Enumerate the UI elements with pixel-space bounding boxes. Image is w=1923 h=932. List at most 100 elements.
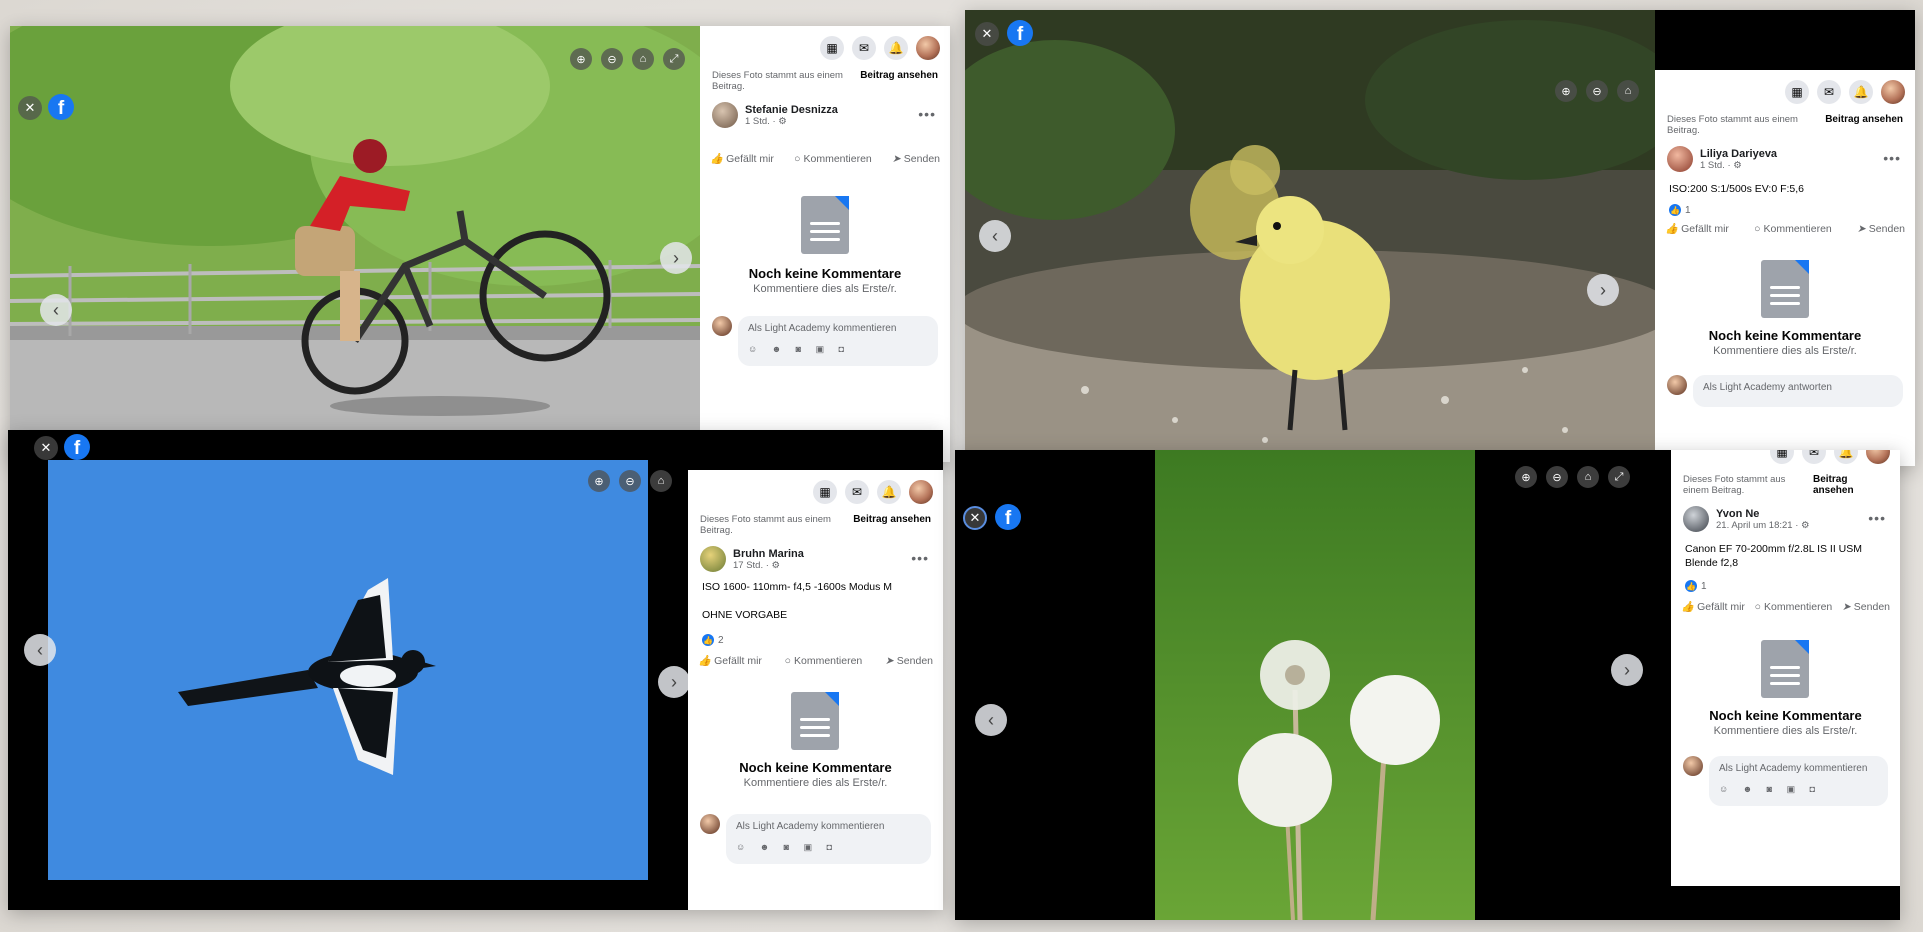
prev-photo-button[interactable]: ‹ [979,220,1011,252]
prev-photo-button[interactable]: ‹ [975,704,1007,736]
more-options-icon[interactable]: ••• [918,106,936,122]
post-time[interactable]: 1 Std. · ⚙ [745,116,838,127]
author-name[interactable]: Liliya Dariyeva [1700,148,1777,160]
profile-avatar[interactable] [1881,80,1905,104]
author-avatar[interactable] [700,546,726,572]
profile-avatar[interactable] [916,36,940,60]
profile-avatar[interactable] [1866,450,1890,464]
more-options-icon[interactable]: ••• [911,550,929,566]
photo-magpie: ✕ f ‹ › ⊕ ⊖ ⌂ [8,430,688,910]
no-comments-subtitle: Kommentiere dies als Erste/r. [1713,725,1858,737]
fullscreen-icon[interactable]: ⤢ [1608,466,1630,488]
post-time[interactable]: 21. April um 18:21 · ⚙ [1716,520,1810,531]
profile-avatar[interactable] [909,480,933,504]
comment-input[interactable]: Als Light Academy antworten [1693,375,1903,407]
send-button[interactable]: ➤ Senden [1842,600,1890,613]
like-reaction-icon: 👍 [1685,580,1697,592]
reactions-count[interactable]: 👍 1 [1669,204,1691,216]
next-photo-button[interactable]: › [658,666,688,698]
comment-button[interactable]: ○ Kommentieren [1755,600,1833,613]
close-icon[interactable]: ✕ [975,22,999,46]
comment-button[interactable]: ○ Kommentieren [794,152,872,165]
zoom-in-icon[interactable]: ⊕ [570,48,592,70]
next-photo-button[interactable]: › [1611,654,1643,686]
tag-icon[interactable]: ⌂ [650,470,672,492]
close-icon[interactable]: ✕ [18,96,42,120]
more-options-icon[interactable]: ••• [1883,150,1901,166]
facebook-logo-icon[interactable]: f [1007,20,1033,46]
menu-grid-icon[interactable]: ▦ [1770,450,1794,464]
zoom-in-icon[interactable]: ⊕ [588,470,610,492]
view-post-link[interactable]: Beitrag ansehen [1813,474,1888,496]
like-button[interactable]: 👍 Gefällt mir [1665,222,1729,236]
tag-icon[interactable]: ⌂ [1577,466,1599,488]
comment-input[interactable]: Als Light Academy kommentieren ☺ ☻ ◙ ▣ ◘ [726,814,931,864]
comment-input[interactable]: Als Light Academy kommentieren ☺ ☻ ◙ ▣ ◘ [1709,756,1888,806]
post-author[interactable]: Bruhn Marina 17 Std. · ⚙ [700,546,804,572]
origin-text: Dieses Foto stammt aus einem Beitrag. [700,514,831,536]
author-name[interactable]: Stefanie Desnizza [745,104,838,116]
like-button[interactable]: 👍 Gefällt mir [710,152,774,166]
send-label: Senden [1868,222,1905,235]
messenger-icon[interactable]: ✉ [1802,450,1826,464]
emoji-toolbar[interactable]: ☺ ☻ ◙ ▣ ◘ [748,344,928,355]
author-avatar[interactable] [1667,146,1693,172]
post-author[interactable]: Stefanie Desnizza 1 Std. · ⚙ [712,102,838,128]
menu-grid-icon[interactable]: ▦ [813,480,837,504]
view-post-link[interactable]: Beitrag ansehen [853,514,931,536]
like-label: Gefällt mir [1697,600,1745,613]
zoom-out-icon[interactable]: ⊖ [1586,80,1608,102]
zoom-in-icon[interactable]: ⊕ [1555,80,1577,102]
facebook-logo-icon[interactable]: f [995,504,1021,530]
post-time[interactable]: 1 Std. · ⚙ [1700,160,1777,171]
reactions-count[interactable]: 👍 1 [1685,580,1707,592]
post-author[interactable]: Liliya Dariyeva 1 Std. · ⚙ [1667,146,1777,172]
close-icon[interactable]: ✕ [34,436,58,460]
author-name[interactable]: Bruhn Marina [733,548,804,560]
magpie-photo-image [8,430,688,910]
author-avatar[interactable] [712,102,738,128]
notifications-icon[interactable]: 🔔 [1849,80,1873,104]
comment-input[interactable]: Als Light Academy kommentieren ☺ ☻ ◙ ▣ ◘ [738,316,938,366]
zoom-out-icon[interactable]: ⊖ [619,470,641,492]
send-button[interactable]: ➤ Senden [885,654,933,667]
emoji-toolbar[interactable]: ☺ ☻ ◙ ▣ ◘ [1719,784,1878,795]
more-options-icon[interactable]: ••• [1868,510,1886,526]
comment-button[interactable]: ○ Kommentieren [1754,222,1832,235]
send-button[interactable]: ➤ Senden [892,152,940,165]
menu-grid-icon[interactable]: ▦ [820,36,844,60]
comment-placeholder: Als Light Academy antworten [1703,382,1832,393]
facebook-logo-icon[interactable]: f [64,434,90,460]
post-author[interactable]: Yvon Ne 21. April um 18:21 · ⚙ [1683,506,1810,532]
zoom-in-icon[interactable]: ⊕ [1515,466,1537,488]
comment-button[interactable]: ○ Kommentieren [785,654,863,667]
like-button[interactable]: 👍 Gefällt mir [698,654,762,668]
view-post-link[interactable]: Beitrag ansehen [860,70,938,92]
tag-icon[interactable]: ⌂ [1617,80,1639,102]
zoom-out-icon[interactable]: ⊖ [601,48,623,70]
messenger-icon[interactable]: ✉ [845,480,869,504]
next-photo-button[interactable]: › [660,242,692,274]
messenger-icon[interactable]: ✉ [852,36,876,60]
notifications-icon[interactable]: 🔔 [877,480,901,504]
zoom-out-icon[interactable]: ⊖ [1546,466,1568,488]
view-post-link[interactable]: Beitrag ansehen [1825,114,1903,136]
notifications-icon[interactable]: 🔔 [1834,450,1858,464]
messenger-icon[interactable]: ✉ [1817,80,1841,104]
author-name[interactable]: Yvon Ne [1716,508,1810,520]
post-time[interactable]: 17 Std. · ⚙ [733,560,804,571]
menu-grid-icon[interactable]: ▦ [1785,80,1809,104]
author-avatar[interactable] [1683,506,1709,532]
send-button[interactable]: ➤ Senden [1857,222,1905,235]
tag-icon[interactable]: ⌂ [632,48,654,70]
next-photo-button[interactable]: › [1587,274,1619,306]
facebook-logo-icon[interactable]: f [48,94,74,120]
reactions-count[interactable]: 👍 2 [702,634,724,646]
prev-photo-button[interactable]: ‹ [40,294,72,326]
prev-photo-button[interactable]: ‹ [24,634,56,666]
fullscreen-icon[interactable]: ⤢ [663,48,685,70]
notifications-icon[interactable]: 🔔 [884,36,908,60]
close-icon[interactable]: ✕ [963,506,987,530]
emoji-toolbar[interactable]: ☺ ☻ ◙ ▣ ◘ [736,842,921,853]
like-button[interactable]: 👍 Gefällt mir [1681,600,1745,614]
